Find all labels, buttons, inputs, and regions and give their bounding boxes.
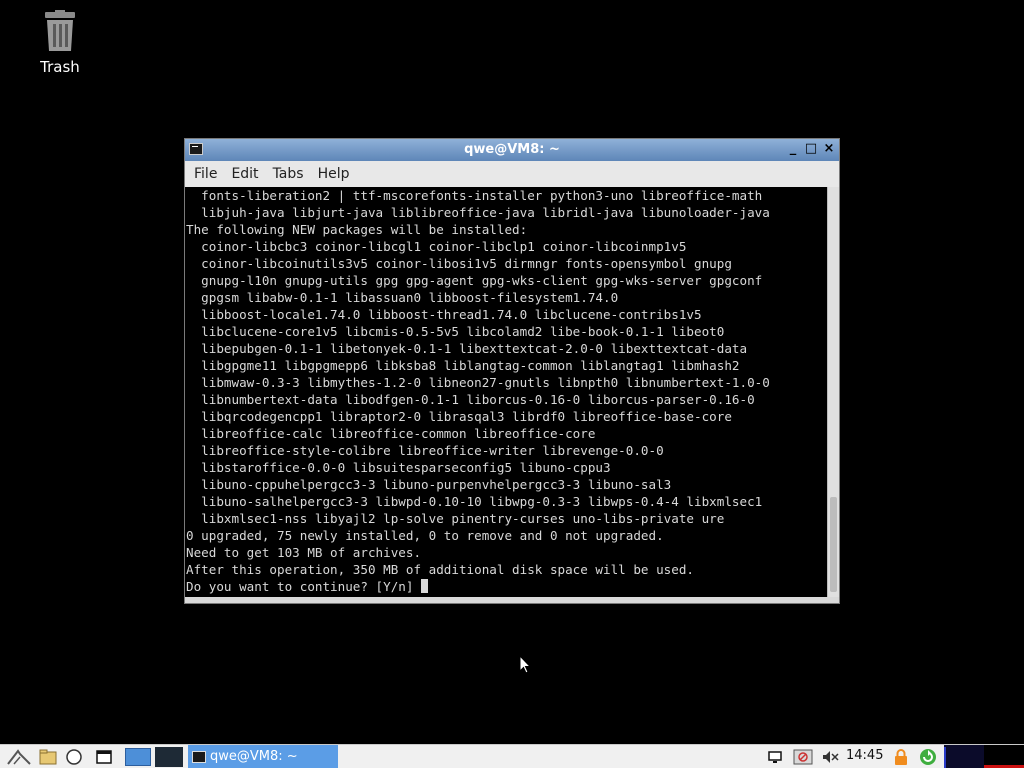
window-titlebar[interactable]: qwe@VM8: ~ _ □ × (185, 139, 839, 161)
window-bottom-border (185, 597, 839, 603)
maximize-button[interactable]: □ (803, 141, 819, 157)
menubar: File Edit Tabs Help (185, 161, 839, 187)
terminal-line: libnumbertext-data libodfgen-0.1-1 libor… (186, 392, 755, 407)
menu-tabs[interactable]: Tabs (266, 166, 311, 182)
terminal-line: libstaroffice-0.0-0 libsuitesparseconfig… (186, 460, 611, 475)
start-menu-icon[interactable] (4, 747, 34, 767)
close-button[interactable]: × (821, 141, 837, 157)
terminal-line: coinor-libcbc3 coinor-libcgl1 coinor-lib… (186, 239, 687, 254)
web-browser-icon[interactable] (64, 747, 84, 767)
task-label: qwe@VM8: ~ (210, 749, 298, 764)
minimize-button[interactable]: _ (785, 141, 801, 157)
mouse-pointer-icon (519, 655, 531, 674)
terminal-line: libuno-cppuhelpergcc3-3 libuno-purpenvhe… (186, 477, 672, 492)
terminal-line: libreoffice-style-colibre libreoffice-wr… (186, 443, 664, 458)
terminal-line: libgpgme11 libgpgmepp6 libksba8 liblangt… (186, 358, 740, 373)
terminal-prompt: Do you want to continue? [Y/n] (186, 579, 422, 594)
terminal-scrollbar[interactable] (827, 187, 839, 597)
terminal-output[interactable]: fonts-liberation2 | ttf-mscorefonts-inst… (185, 187, 828, 597)
terminal-line: libepubgen-0.1-1 libetonyek-0.1-1 libext… (186, 341, 748, 356)
terminal-line: libmwaw-0.3-3 libmythes-1.2-0 libneon27-… (186, 375, 770, 390)
cpu-graph-icon (944, 745, 1024, 768)
terminal-line: The following NEW packages will be insta… (186, 222, 528, 237)
terminal-line: gpgsm libabw-0.1-1 libassuan0 libboost-f… (186, 290, 619, 305)
menu-edit[interactable]: Edit (224, 166, 265, 182)
screen-icon[interactable] (766, 747, 784, 767)
terminal-line: libreoffice-calc libreoffice-common libr… (186, 426, 596, 441)
menu-help[interactable]: Help (311, 166, 357, 182)
taskbar-terminal-task[interactable]: qwe@VM8: ~ (188, 745, 338, 768)
lock-icon[interactable] (892, 747, 910, 767)
terminal-line: After this operation, 350 MB of addition… (186, 562, 694, 577)
terminal-line: libuno-salhelpergcc3-3 libwpd-0.10-10 li… (186, 494, 763, 509)
file-manager-icon[interactable] (38, 747, 58, 767)
terminal-line: 0 upgraded, 75 newly installed, 0 to rem… (186, 528, 664, 543)
terminal-line: libboost-locale1.74.0 libboost-thread1.7… (186, 307, 702, 322)
terminal-window[interactable]: qwe@VM8: ~ _ □ × File Edit Tabs Help fon… (184, 138, 840, 604)
record-icon[interactable] (792, 747, 814, 767)
terminal-line: libqrcodegencpp1 libraptor2-0 librasqal3… (186, 409, 732, 424)
trash-label: Trash (40, 58, 80, 76)
workspace-2[interactable] (154, 747, 184, 767)
taskbar: qwe@VM8: ~ 14:45 (0, 744, 1024, 768)
terminal-icon (192, 750, 206, 763)
volume-muted-icon[interactable] (820, 747, 840, 767)
show-desktop-icon[interactable] (94, 747, 114, 767)
menu-file[interactable]: File (187, 166, 224, 182)
scrollbar-thumb[interactable] (830, 497, 837, 592)
terminal-line: libclucene-core1v5 libcmis-0.5-5v5 libco… (186, 324, 725, 339)
terminal-prompt-line: Do you want to continue? [Y/n] (186, 578, 828, 595)
window-title: qwe@VM8: ~ (464, 142, 560, 157)
update-icon[interactable] (918, 747, 938, 767)
terminal-line: Need to get 103 MB of archives. (186, 545, 422, 560)
terminal-line: libxmlsec1-nss libyajl2 lp-solve pinentr… (186, 511, 725, 526)
terminal-line: coinor-libcoinutils3v5 coinor-libosi1v5 … (186, 256, 732, 271)
desktop-trash[interactable]: Trash (30, 10, 90, 76)
workspace-1[interactable] (124, 747, 152, 767)
clock[interactable]: 14:45 (846, 748, 883, 763)
terminal-line: gnupg-l10n gnupg-utils gpg gpg-agent gpg… (186, 273, 763, 288)
trash-icon (45, 10, 75, 51)
text-cursor (421, 579, 429, 593)
terminal-line: libjuh-java libjurt-java liblibreoffice-… (186, 205, 770, 220)
terminal-line: fonts-liberation2 | ttf-mscorefonts-inst… (186, 188, 763, 203)
